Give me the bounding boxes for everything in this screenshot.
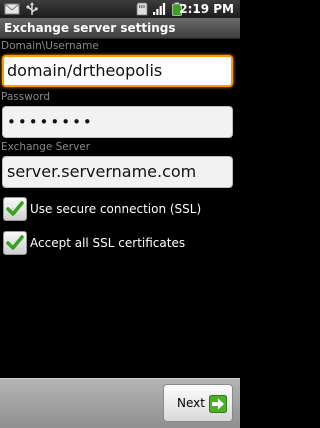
password-field[interactable]: ••••••••	[2, 106, 233, 138]
next-button-label: Next	[177, 396, 205, 410]
server-label: Exchange Server	[1, 141, 91, 153]
signal-icon	[153, 3, 166, 15]
password-label: Password	[1, 91, 51, 103]
server-field[interactable]: server.servername.com	[2, 156, 233, 188]
accept-certs-checkbox-row[interactable]: Accept all SSL certificates	[3, 231, 233, 257]
title-bar: Exchange server settings	[0, 18, 240, 39]
username-label: Domain\Username	[1, 40, 99, 52]
accept-certs-checkbox-label: Accept all SSL certificates	[30, 236, 186, 250]
status-bar: 2:19 PM	[0, 0, 240, 18]
arrow-right-icon	[209, 395, 227, 413]
password-value: ••••••••	[7, 113, 94, 131]
sd-card-icon	[136, 2, 148, 16]
page-title: Exchange server settings	[4, 21, 176, 35]
ssl-checkbox[interactable]	[3, 197, 27, 221]
username-value: domain/drtheopolis	[7, 61, 163, 80]
ssl-checkbox-row[interactable]: Use secure connection (SSL)	[3, 197, 233, 223]
email-icon	[4, 3, 20, 15]
server-value: server.servername.com	[7, 162, 197, 181]
ssl-checkbox-label: Use secure connection (SSL)	[30, 202, 202, 216]
checkmark-icon	[6, 201, 24, 216]
username-field[interactable]: domain/drtheopolis	[2, 55, 233, 87]
usb-icon	[26, 2, 38, 15]
bottom-bar: Next	[0, 378, 240, 428]
checkmark-icon	[6, 235, 24, 250]
clock-time: 2:19 PM	[179, 2, 234, 16]
accept-certs-checkbox[interactable]	[3, 231, 27, 255]
next-button[interactable]: Next	[163, 384, 233, 422]
